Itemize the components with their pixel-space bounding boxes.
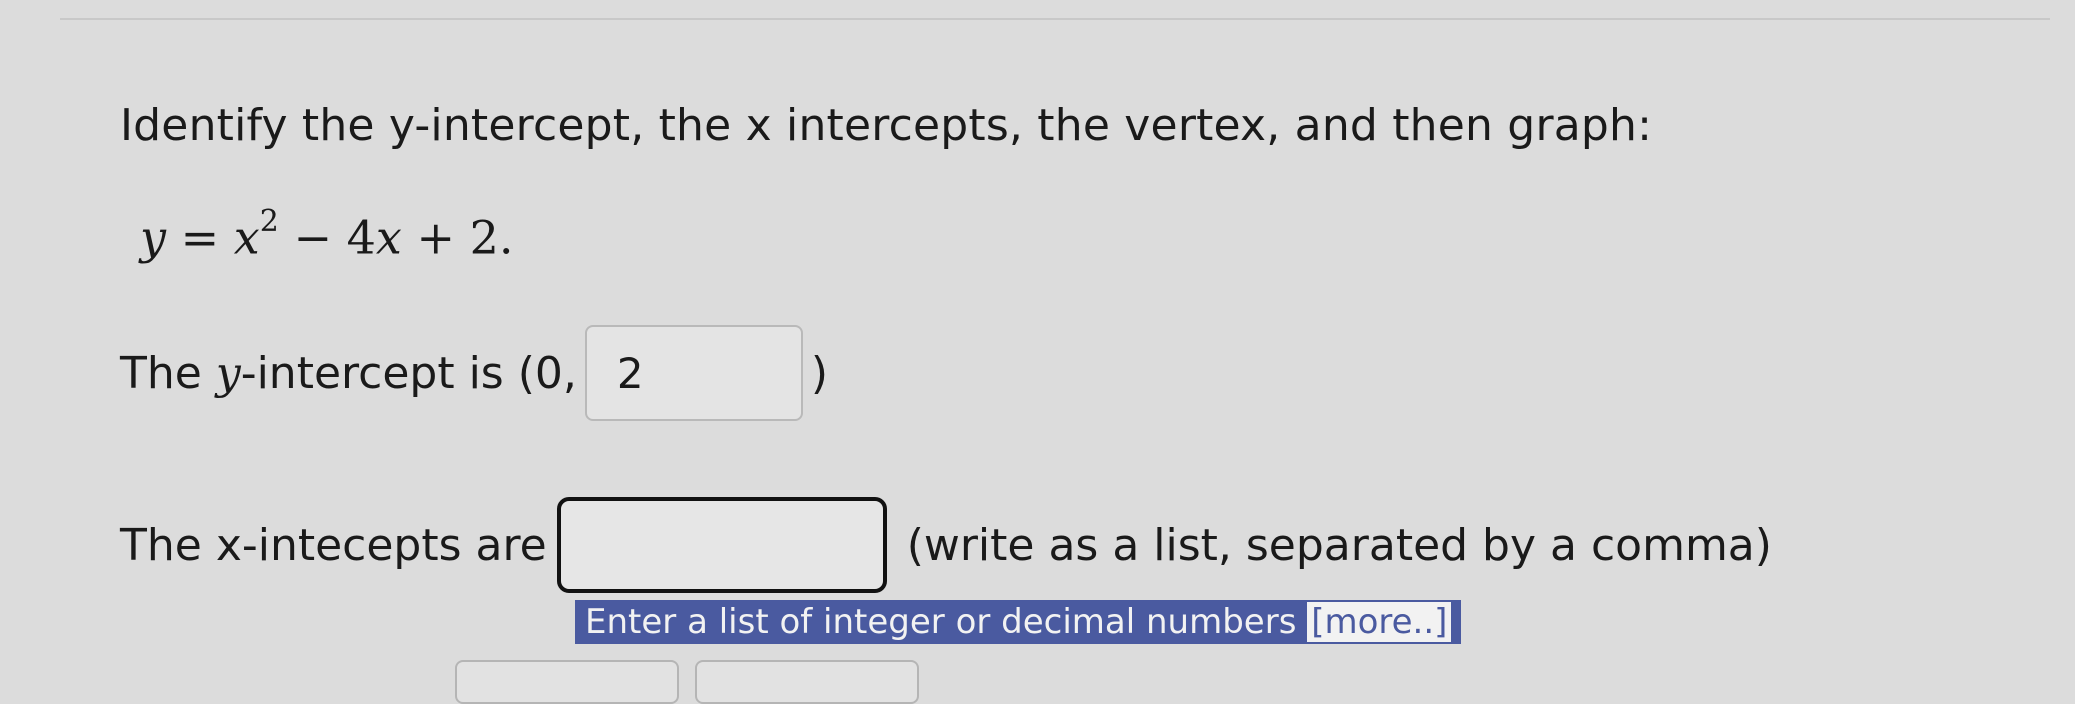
y-intercept-input[interactable]: [584, 325, 803, 421]
equation-x: x: [233, 210, 260, 265]
equation-equals: =: [166, 210, 234, 265]
y-intercept-close-paren: ): [810, 347, 829, 399]
top-divider: [60, 18, 2050, 20]
x-intercepts-label: The x-intecepts are: [120, 519, 547, 571]
equation: y = x2 − 4x + 2.: [140, 204, 514, 265]
y-intercept-var: y: [215, 347, 241, 399]
question-prompt: Identify the y-intercept, the x intercep…: [120, 100, 1653, 151]
x-intercepts-instruction: (write as a list, separated by a comma): [906, 519, 1772, 571]
hint-more-link[interactable]: [more..]: [1307, 602, 1452, 642]
action-button-1[interactable]: [455, 660, 679, 704]
action-button-2[interactable]: [695, 660, 919, 704]
equation-y: y: [140, 210, 166, 265]
input-hint-text: Enter a list of integer or decimal numbe…: [585, 602, 1308, 642]
equation-x-linear: x: [375, 210, 402, 265]
equation-plus-term: + 2.: [401, 210, 514, 265]
y-intercept-label: -intercept is (0,: [240, 347, 577, 399]
x-intercepts-row: The x-intecepts are (write as a list, se…: [120, 497, 1772, 593]
y-intercept-row: The y-intercept is (0, ): [120, 325, 828, 421]
x-intercepts-input[interactable]: [556, 497, 887, 593]
equation-minus-term: − 4: [278, 210, 376, 265]
equation-exponent: 2: [259, 204, 279, 239]
input-hint-tooltip: Enter a list of integer or decimal numbe…: [575, 600, 1462, 644]
y-intercept-prefix: The: [120, 347, 202, 399]
